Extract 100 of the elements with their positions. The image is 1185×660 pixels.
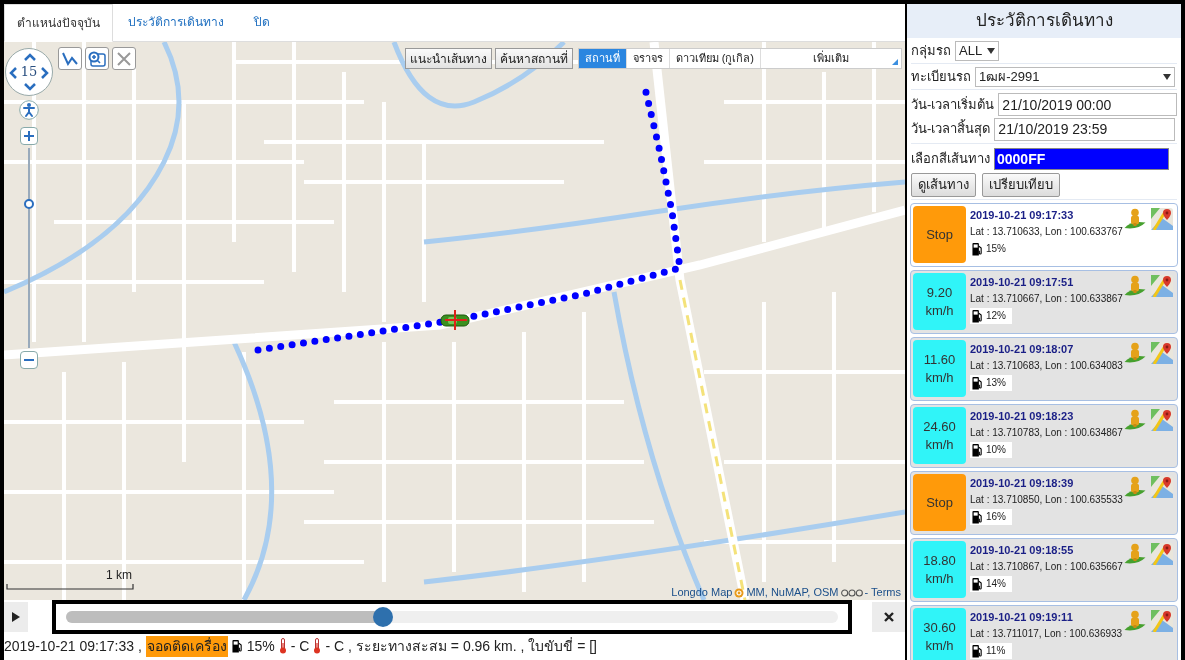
- map-tool-button[interactable]: แนะนำเส้นทาง: [404, 48, 492, 69]
- playback-slider-thumb[interactable]: [372, 607, 393, 627]
- map-icon[interactable]: [1151, 275, 1173, 297]
- attribution-credits: MM, NuMAP, OSM: [746, 586, 839, 599]
- map-tool-button[interactable]: ค้นหาสถานที่: [494, 48, 573, 69]
- field-label: วัน-เวลาสิ้นสุด: [911, 119, 991, 139]
- street-view-person-icon[interactable]: [1124, 610, 1146, 632]
- close-playback-button[interactable]: [872, 602, 905, 632]
- zoom-box-icon: [88, 50, 106, 67]
- trip-record-card[interactable]: 30.60 km/h 2019-10-21 09:19:11 Lat : 13.711017, Lon : 100.636933 11%: [910, 605, 1178, 660]
- fuel-percent: 14%: [986, 578, 1006, 590]
- trip-record-card[interactable]: 11.60 km/h 2019-10-21 09:18:07 Lat : 13.710683, Lon : 100.634083 13%: [910, 337, 1178, 401]
- zoom-in-button[interactable]: [20, 127, 38, 145]
- car-marker-icon[interactable]: [439, 310, 471, 330]
- tab[interactable]: ตำแหน่งปัจจุบัน: [4, 4, 113, 42]
- record-time: 2019-10-21 09:18:39: [970, 476, 1074, 490]
- fuel-pump-icon: [972, 644, 983, 658]
- street-view-person-icon[interactable]: [1124, 275, 1146, 297]
- route-color-field[interactable]: 0000FF: [994, 148, 1169, 170]
- record-coordinates: Lat : 13.710867, Lon : 100.635667: [970, 561, 1124, 573]
- record-time: 2019-10-21 09:18:55: [970, 543, 1074, 557]
- polyline-icon: [62, 51, 78, 66]
- map-layer-tab[interactable]: สถานที่: [578, 49, 627, 68]
- fuel-pump-icon: [972, 443, 983, 457]
- chevron-left-icon[interactable]: [9, 67, 17, 79]
- caret-down-icon: [1163, 73, 1171, 80]
- speed-unit: km/h: [925, 368, 954, 387]
- terms-link[interactable]: - Terms: [864, 586, 901, 599]
- map-icon[interactable]: [1151, 610, 1173, 632]
- speed-value: 18.80: [923, 551, 956, 570]
- thermometer-icon: [313, 638, 322, 654]
- playback-slider-track[interactable]: [66, 607, 838, 627]
- record-time: 2019-10-21 09:19:11: [970, 610, 1073, 624]
- close-icon: [883, 612, 894, 622]
- fuel-pump-icon: [972, 510, 983, 524]
- zoom-slider-thumb[interactable]: [24, 199, 34, 210]
- record-coordinates: Lat : 13.711017, Lon : 100.636933: [970, 628, 1124, 640]
- trip-record-card[interactable]: 24.60 km/h 2019-10-21 09:18:23 Lat : 13.710783, Lon : 100.634867 10%: [910, 404, 1178, 468]
- trip-record-card[interactable]: 18.80 km/h 2019-10-21 09:18:55 Lat : 13.710867, Lon : 100.635667 14%: [910, 538, 1178, 602]
- street-view-person-icon[interactable]: [1124, 409, 1146, 431]
- map-icon[interactable]: [1151, 476, 1173, 498]
- speed-value: 24.60: [923, 417, 956, 436]
- tab[interactable]: ประวัติการเดินทาง: [113, 3, 239, 41]
- corner-triangle-icon: [892, 59, 898, 65]
- trip-record-card[interactable]: Stop 2019-10-21 09:18:39 Lat : 13.710850, Lon : 100.635533 16%: [910, 471, 1178, 535]
- clear-button[interactable]: [112, 47, 136, 70]
- scale-label: 1 km: [106, 567, 132, 584]
- record-coordinates: Lat : 13.710683, Lon : 100.634083: [970, 360, 1124, 372]
- record-time: 2019-10-21 09:18:23: [970, 409, 1074, 423]
- field-label: เลือกสีเส้นทาง: [911, 150, 990, 169]
- record-coordinates: Lat : 13.710667, Lon : 100.633867: [970, 293, 1124, 305]
- copyright-logo-icon: [734, 587, 745, 598]
- chevron-up-icon[interactable]: [24, 53, 36, 61]
- license-plate-select[interactable]: 1ฒผ-2991: [975, 66, 1175, 87]
- end-datetime-field[interactable]: 21/10/2019 23:59: [994, 117, 1175, 141]
- engine-status-badge: จอดติดเครื่อง: [145, 635, 228, 657]
- record-time: 2019-10-21 09:18:07: [970, 342, 1074, 356]
- caret-down-icon: [987, 47, 996, 54]
- panel-button[interactable]: ดูเส้นทาง: [911, 172, 976, 197]
- draw-line-button[interactable]: [58, 47, 82, 70]
- plus-icon: [24, 131, 34, 141]
- speed-value: 30.60: [923, 618, 956, 637]
- record-coordinates: Lat : 13.710850, Lon : 100.635533: [970, 494, 1124, 506]
- map-icon[interactable]: [1151, 543, 1173, 565]
- street-view-person-icon[interactable]: [1124, 342, 1146, 364]
- map-icon[interactable]: [1151, 409, 1173, 431]
- zoom-area-button[interactable]: [85, 47, 109, 70]
- vehicle-group-select[interactable]: ALL: [955, 40, 1000, 61]
- person-icon[interactable]: [19, 100, 39, 120]
- fuel-pump-icon: [972, 577, 983, 591]
- fuel-pump-icon: [972, 309, 983, 323]
- trip-record-card[interactable]: 9.20 km/h 2019-10-21 09:17:51 Lat : 13.710667, Lon : 100.633867 12%: [910, 270, 1178, 334]
- speed-unit: km/h: [925, 636, 954, 655]
- chevron-down-icon[interactable]: [24, 83, 36, 91]
- chevron-right-icon[interactable]: [41, 67, 49, 79]
- speed-unit: km/h: [925, 435, 954, 454]
- street-view-person-icon[interactable]: [1124, 543, 1146, 565]
- zoom-out-button[interactable]: [20, 351, 38, 369]
- panel-title: ประวัติการเดินทาง: [975, 10, 1113, 33]
- fuel-pump-icon: [972, 242, 983, 256]
- fuel-pump-icon: [231, 639, 243, 653]
- status-timestamp: 2019-10-21 09:17:33 ,: [4, 636, 142, 656]
- creative-commons-icon: [840, 588, 863, 597]
- start-datetime-field[interactable]: 21/10/2019 00:00: [998, 93, 1177, 116]
- record-time: 2019-10-21 09:17:33: [970, 208, 1074, 222]
- play-button[interactable]: [4, 602, 28, 632]
- fuel-pump-icon: [972, 376, 983, 390]
- play-icon: [12, 612, 20, 622]
- temperature-reading: - C: [290, 636, 310, 656]
- trip-record-card[interactable]: Stop 2019-10-21 09:17:33 Lat : 13.710633, Lon : 100.633767 15%: [910, 203, 1178, 267]
- record-coordinates: Lat : 13.710783, Lon : 100.634867: [970, 427, 1124, 439]
- panel-button[interactable]: เปรียบเทียบ: [982, 172, 1060, 197]
- street-view-person-icon[interactable]: [1124, 208, 1146, 230]
- speed-value: 11.60: [923, 350, 956, 369]
- tab[interactable]: ปิด: [239, 3, 285, 41]
- record-coordinates: Lat : 13.710633, Lon : 100.633767: [970, 226, 1124, 238]
- map-icon[interactable]: [1151, 208, 1173, 230]
- street-view-person-icon[interactable]: [1124, 476, 1146, 498]
- zoom-slider-track[interactable]: [24, 148, 34, 348]
- map-icon[interactable]: [1151, 342, 1173, 364]
